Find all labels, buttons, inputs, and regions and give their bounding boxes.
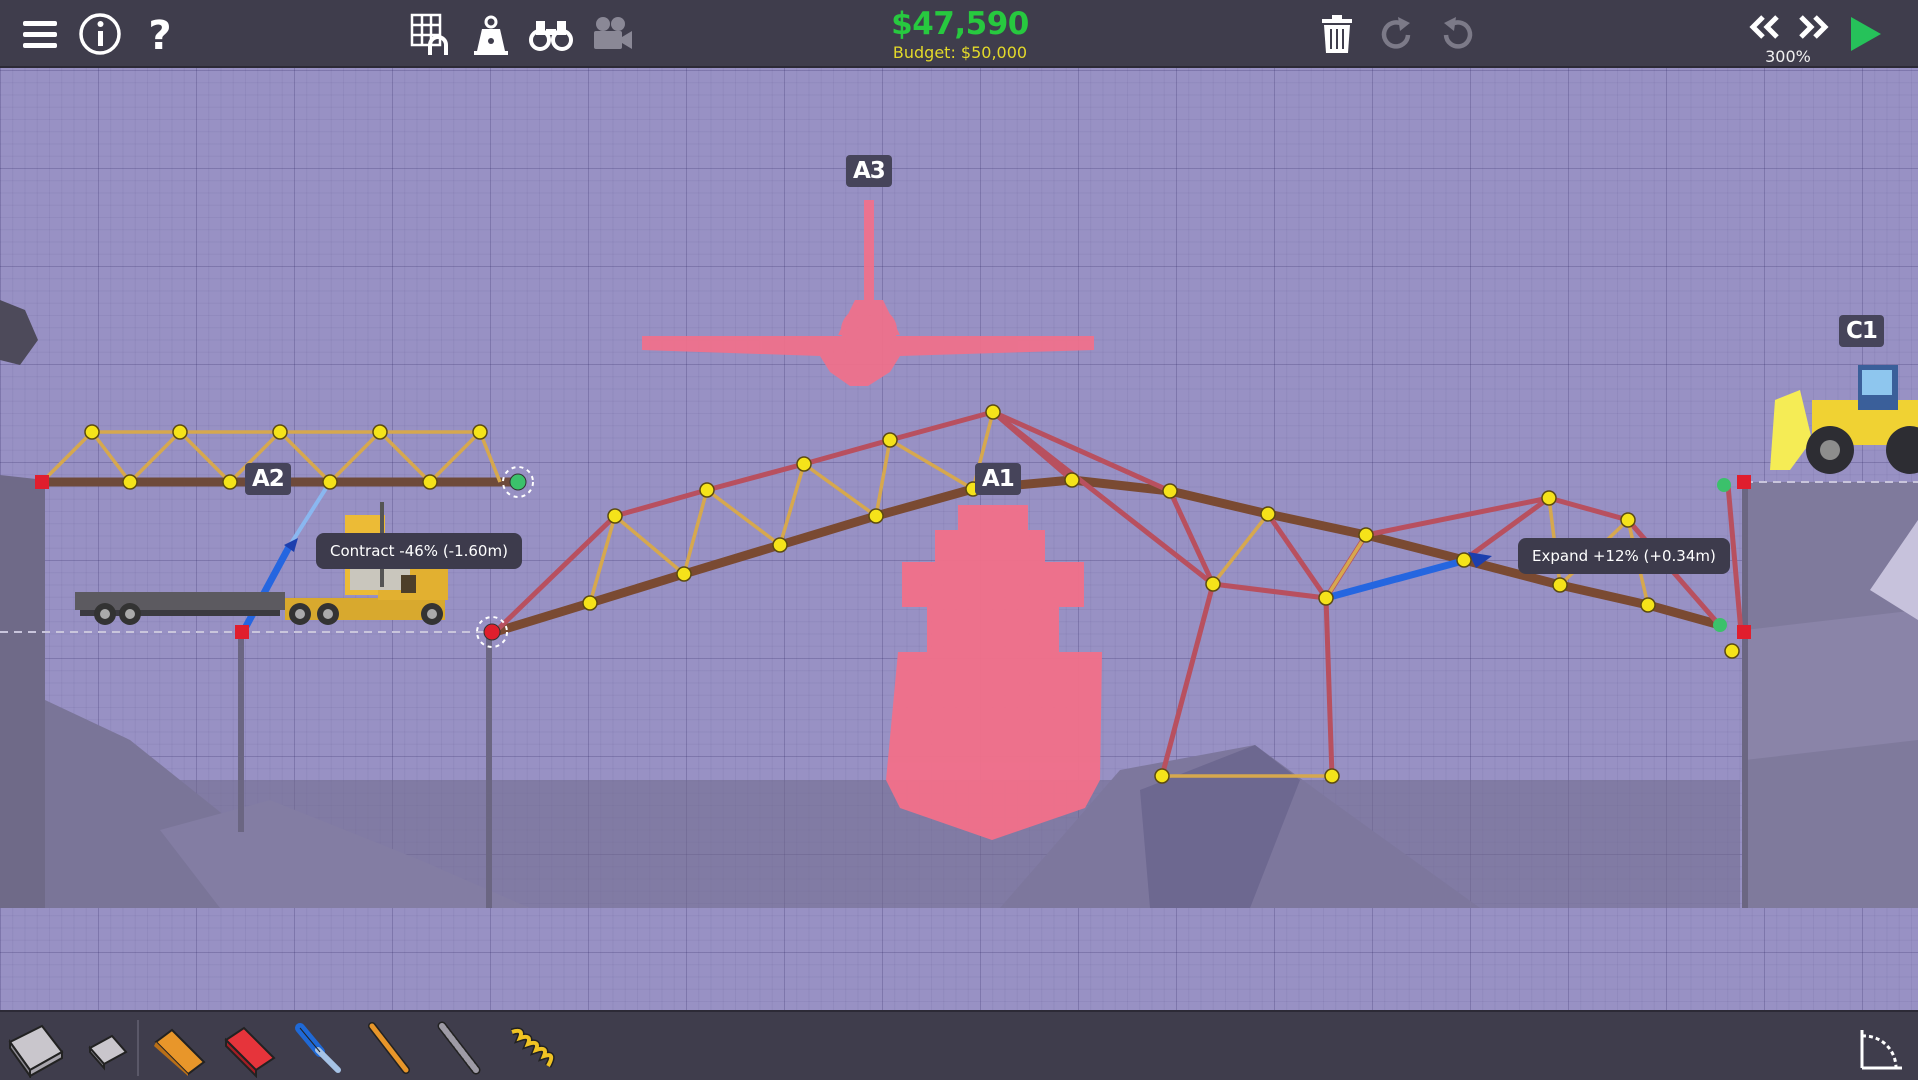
cable-material-icon [437,1021,481,1075]
wood-material-icon [154,1028,206,1076]
rope-material-button[interactable] [358,1018,420,1078]
reinforced-road-material-icon [88,1034,128,1071]
boulder [0,300,38,365]
trash-icon[interactable] [1311,8,1363,60]
svg-text:?: ? [148,13,171,57]
build-canvas[interactable]: A3 A1 A2 C1 Contract -46% (-1.60m) Expan… [0,0,1918,1080]
road-material-icon [8,1024,64,1080]
zone-label-a2: A2 [245,463,291,495]
help-icon[interactable]: ? [134,8,186,60]
play-icon[interactable] [1838,8,1890,60]
plane-clearance-zone [642,200,1094,386]
info-icon[interactable] [74,8,126,60]
reinforced-road-material-button[interactable] [78,1018,140,1078]
undo-icon[interactable] [1431,8,1483,60]
zone-label-a3: A3 [846,155,892,187]
pillar-left [238,632,244,832]
money-amount: $47,590 [891,6,1029,42]
simulation-speed: 300% [1765,47,1811,66]
loader-vehicle [1770,365,1918,474]
layout-grid-icon[interactable] [405,8,457,60]
right-cliff-face [1745,610,1918,760]
ship-clearance-zone [886,505,1102,840]
money-display: $47,590 Budget: $50,000 [860,6,1060,62]
redo-icon[interactable] [1371,8,1423,60]
wood-material-button[interactable] [148,1018,210,1078]
budget-label: Budget: $50,000 [892,43,1028,62]
menu-icon[interactable] [14,8,66,60]
road-material-button[interactable] [4,1018,66,1080]
toolbar-separator [137,1020,139,1076]
main-bridge[interactable] [490,409,1744,779]
left-cliff [0,475,45,908]
hydraulic-expand-tooltip: Expand +12% (+0.34m) [1518,538,1730,574]
pillar-right [1742,482,1748,908]
binoculars-icon[interactable] [525,8,577,60]
steel-material-icon [224,1026,276,1079]
cable-material-button[interactable] [428,1018,490,1078]
zone-label-c1: C1 [1839,315,1884,347]
rope-material-icon [368,1022,410,1074]
hydraulic-contract-tooltip: Contract -46% (-1.60m) [316,533,522,569]
spring-material-button[interactable] [498,1018,560,1078]
top-toolbar: ? $47,590 Budget: $50,000 300% [0,0,1918,68]
camera-icon[interactable] [585,8,637,60]
spring-material-icon [510,1027,555,1068]
hydraulic-material-button[interactable] [288,1018,350,1078]
grid-toggle-button[interactable] [1852,1018,1914,1078]
zone-label-a1: A1 [975,463,1021,495]
pillar-mid-left [486,632,492,908]
grid-snap-icon [1860,1030,1902,1070]
weight-icon[interactable] [465,8,517,60]
hydraulic-material-icon [295,1023,341,1073]
steel-material-button[interactable] [218,1018,280,1079]
material-toolbar [0,1010,1918,1080]
